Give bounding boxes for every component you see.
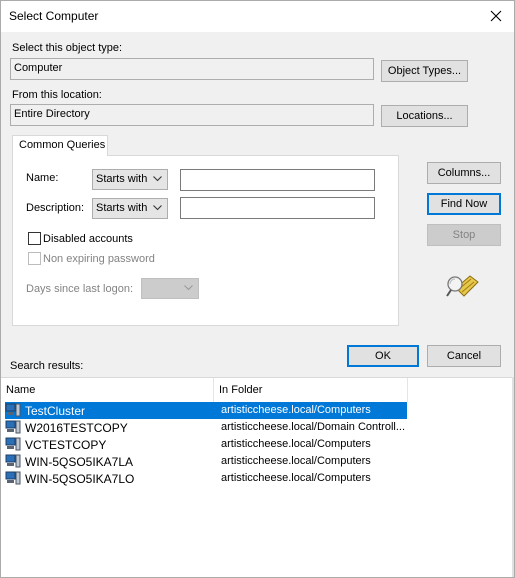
disabled-accounts-label: Disabled accounts — [43, 233, 133, 245]
row-name: WIN-5QSO5IKA7LA — [25, 455, 134, 469]
days-since-logon-select[interactable] — [141, 278, 199, 299]
window-title: Select Computer — [9, 9, 99, 23]
table-row[interactable]: TestCluster artisticcheese.local/Compute… — [5, 402, 407, 419]
row-folder: artisticcheese.local/Domain Controll... — [221, 421, 406, 433]
computer-icon — [5, 437, 21, 451]
cancel-button[interactable]: Cancel — [427, 345, 501, 367]
flashlight-search-icon — [446, 275, 479, 297]
row-name: TestCluster — [25, 404, 86, 418]
object-type-label: Select this object type: — [12, 42, 123, 54]
description-input[interactable] — [180, 197, 375, 219]
title-bar: Select Computer — [1, 1, 514, 32]
row-name: WIN-5QSO5IKA7LO — [25, 472, 135, 486]
days-since-logon-label: Days since last logon: — [26, 283, 133, 295]
column-header-in-folder[interactable]: In Folder — [214, 378, 408, 402]
table-row[interactable]: WIN-5QSO5IKA7LO artisticcheese.local/Com… — [5, 470, 407, 487]
close-button[interactable] — [478, 1, 514, 32]
columns-button[interactable]: Columns... — [427, 162, 501, 184]
row-name: VCTESTCOPY — [25, 438, 107, 452]
table-row[interactable]: VCTESTCOPY artisticcheese.local/Computer… — [5, 436, 407, 453]
locations-button[interactable]: Locations... — [381, 105, 468, 127]
disabled-accounts-checkbox[interactable] — [28, 232, 41, 245]
chevron-down-icon — [184, 285, 193, 291]
common-queries-panel: Name: Starts with Description: Starts wi… — [12, 155, 399, 326]
computer-icon — [5, 471, 21, 485]
row-folder: artisticcheese.local/Computers — [221, 404, 371, 416]
dialog-body: Select this object type: Computer Object… — [1, 32, 514, 377]
description-label: Description: — [26, 202, 85, 214]
description-mode-select[interactable]: Starts with — [92, 198, 168, 219]
row-folder: artisticcheese.local/Computers — [221, 472, 371, 484]
ok-button[interactable]: OK — [347, 345, 419, 367]
find-now-button[interactable]: Find Now — [427, 193, 501, 215]
table-row[interactable]: W2016TESTCOPY artisticcheese.local/Domai… — [5, 419, 407, 436]
table-row[interactable]: WIN-5QSO5IKA7LA artisticcheese.local/Com… — [5, 453, 407, 470]
computer-icon — [5, 454, 21, 468]
select-computer-dialog: Select Computer Select this object type:… — [0, 0, 515, 578]
computer-icon — [5, 420, 21, 434]
object-types-button[interactable]: Object Types... — [381, 60, 468, 82]
tab-common-queries[interactable]: Common Queries — [12, 135, 108, 156]
computer-icon — [5, 403, 21, 417]
vertical-scrollbar[interactable] — [512, 377, 514, 577]
location-label: From this location: — [12, 89, 102, 101]
location-field: Entire Directory — [10, 104, 374, 126]
description-mode-value: Starts with — [96, 202, 148, 214]
non-expiring-password-label: Non expiring password — [43, 253, 155, 265]
row-name: W2016TESTCOPY — [25, 421, 128, 435]
close-icon — [490, 10, 502, 22]
name-mode-select[interactable]: Starts with — [92, 169, 168, 190]
row-folder: artisticcheese.local/Computers — [221, 455, 371, 467]
non-expiring-password-checkbox[interactable] — [28, 252, 41, 265]
chevron-down-icon — [153, 176, 162, 182]
chevron-down-icon — [153, 205, 162, 211]
stop-button[interactable]: Stop — [427, 224, 501, 246]
search-results-list[interactable]: Name In Folder TestCluster artisticchees… — [1, 377, 514, 577]
name-label: Name: — [26, 172, 59, 184]
name-input[interactable] — [180, 169, 375, 191]
row-folder: artisticcheese.local/Computers — [221, 438, 371, 450]
search-results-label: Search results: — [10, 360, 84, 372]
column-header-name[interactable]: Name — [1, 378, 214, 402]
object-type-field: Computer — [10, 58, 374, 80]
name-mode-value: Starts with — [96, 173, 148, 185]
